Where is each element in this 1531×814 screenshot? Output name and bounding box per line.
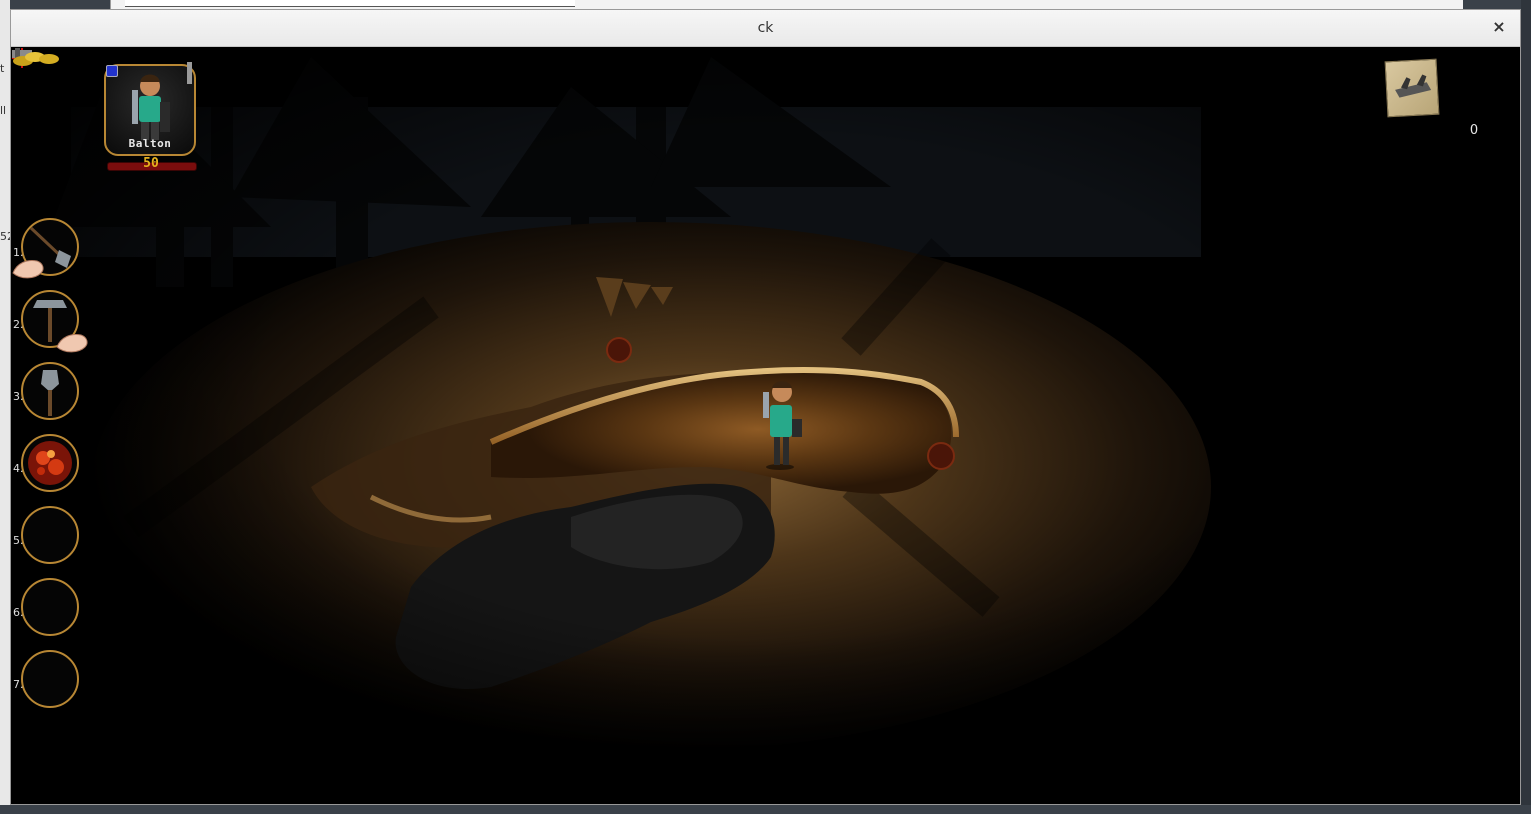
game-scene[interactable]: Balton 50 1. 2. 3. 4. 5. 6. 7. 0 <box>11 47 1520 804</box>
shovel-icon <box>41 370 59 416</box>
slot-number: 6. <box>13 606 24 619</box>
window-close-button[interactable]: × <box>1490 18 1508 36</box>
lava-rock-icon <box>28 441 72 485</box>
inventory-slot-3[interactable]: 3. <box>13 362 79 420</box>
treasure-map-icon[interactable] <box>1384 58 1440 118</box>
slot-number: 3. <box>13 390 24 403</box>
portrait-side-bar <box>187 62 192 84</box>
window-titlebar[interactable]: ck × <box>11 10 1520 47</box>
hand-cursor-icon <box>12 260 44 279</box>
background-fragment: t <box>0 62 5 75</box>
hand-cursor-icon <box>56 334 88 353</box>
gold-count: 0 <box>1469 123 1479 138</box>
inventory-slot-7[interactable]: 7. <box>13 650 79 708</box>
health-value: 50 <box>143 156 159 171</box>
game-window: ck × Balton 50 1. 2. 3. 4. 5. 6. 7. 0 <box>10 9 1521 805</box>
gold-coins-icon <box>13 52 59 66</box>
window-title: ck <box>757 20 774 36</box>
background-window-strip <box>110 0 1463 9</box>
status-badge <box>106 65 118 77</box>
character-portrait[interactable]: Balton <box>104 64 196 156</box>
background-desktop-left: t ll 52 <box>0 0 14 814</box>
background-fragment: ll <box>0 104 7 117</box>
slot-number: 5. <box>13 534 24 547</box>
cave-scene-art <box>11 47 1520 804</box>
slot-number: 7. <box>13 678 24 691</box>
slot-number: 4. <box>13 462 24 475</box>
background-desktop-bottom <box>0 805 1531 814</box>
inventory-slot-6[interactable]: 6. <box>13 578 79 636</box>
character-name: Balton <box>128 137 172 150</box>
slot-number: 2. <box>13 318 24 331</box>
inventory-slot-5[interactable]: 5. <box>13 506 79 564</box>
background-desktop-right <box>1521 0 1531 814</box>
inventory-slot-4[interactable]: 4. <box>13 434 79 492</box>
